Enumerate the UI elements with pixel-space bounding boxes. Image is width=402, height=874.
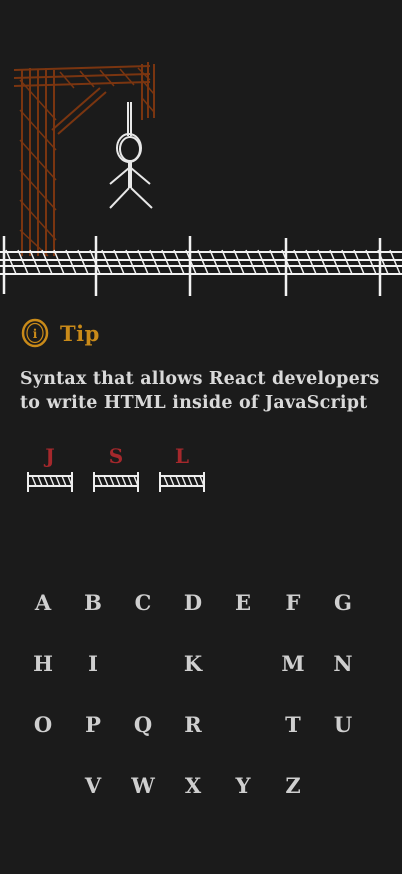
slot-letter: J bbox=[45, 444, 55, 468]
key-n[interactable]: N bbox=[318, 647, 368, 681]
word-slot: J bbox=[26, 444, 74, 496]
key-v[interactable]: V bbox=[68, 769, 118, 803]
key-o[interactable]: O bbox=[18, 708, 68, 742]
key-p[interactable]: P bbox=[68, 708, 118, 742]
key-r[interactable]: R bbox=[168, 708, 218, 742]
keyboard-row: H I J K L M N bbox=[18, 647, 368, 708]
key-y[interactable]: Y bbox=[218, 769, 268, 803]
slot-letter: S bbox=[108, 444, 124, 468]
key-h[interactable]: H bbox=[18, 647, 68, 681]
letter-keyboard: A B C D E F G H I J K L M N O P Q R S T … bbox=[18, 586, 368, 830]
key-spacer bbox=[18, 769, 68, 803]
key-t[interactable]: T bbox=[268, 708, 318, 742]
word-slot: L bbox=[158, 444, 206, 496]
slot-underline bbox=[27, 472, 73, 492]
slot-letter: L bbox=[174, 444, 190, 468]
key-x[interactable]: X bbox=[168, 769, 218, 803]
key-g[interactable]: G bbox=[318, 586, 368, 620]
gallows-scene bbox=[0, 62, 402, 296]
key-u[interactable]: U bbox=[318, 708, 368, 742]
slot-underline bbox=[93, 472, 139, 492]
svg-text:i: i bbox=[33, 327, 38, 341]
ground bbox=[0, 236, 402, 296]
word-slot: S bbox=[92, 444, 140, 496]
tip-title: Tip bbox=[60, 320, 100, 346]
gallows bbox=[13, 62, 155, 257]
key-i[interactable]: I bbox=[68, 647, 118, 681]
key-c[interactable]: C bbox=[118, 586, 168, 620]
slot-underline bbox=[159, 472, 205, 492]
info-icon: i bbox=[21, 318, 49, 348]
word-slots: J S L bbox=[26, 444, 206, 496]
stick-figure bbox=[109, 102, 153, 209]
key-m[interactable]: M bbox=[268, 647, 318, 681]
key-q[interactable]: Q bbox=[118, 708, 168, 742]
keyboard-row: V W X Y Z bbox=[18, 769, 368, 830]
hint-text: Syntax that allows React developers to w… bbox=[20, 369, 380, 413]
hangman-screen: i Tip Syntax that allows React developer… bbox=[0, 0, 402, 874]
key-z[interactable]: Z bbox=[268, 769, 318, 803]
key-f[interactable]: F bbox=[268, 586, 318, 620]
keyboard-row: A B C D E F G bbox=[18, 586, 368, 647]
key-e[interactable]: E bbox=[218, 586, 268, 620]
key-w[interactable]: W bbox=[118, 769, 168, 803]
tip-header: i Tip bbox=[20, 318, 100, 348]
keyboard-row: O P Q R S T U bbox=[18, 708, 368, 769]
key-d[interactable]: D bbox=[168, 586, 218, 620]
key-a[interactable]: A bbox=[18, 586, 68, 620]
key-k[interactable]: K bbox=[168, 647, 218, 681]
key-b[interactable]: B bbox=[68, 586, 118, 620]
